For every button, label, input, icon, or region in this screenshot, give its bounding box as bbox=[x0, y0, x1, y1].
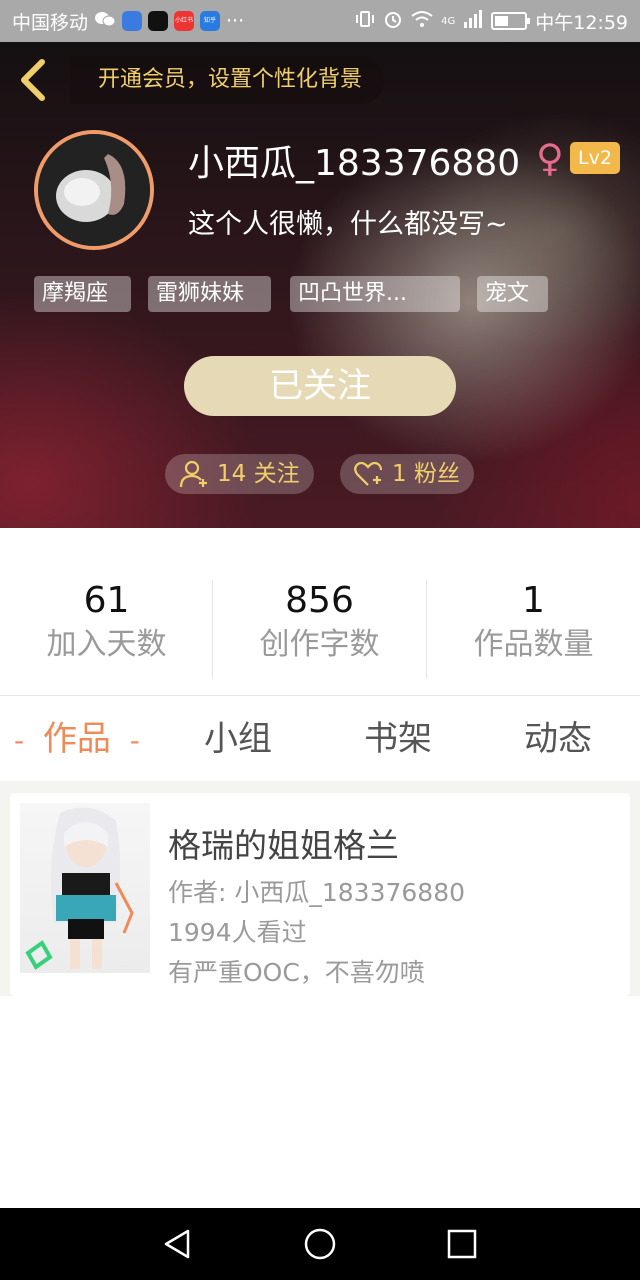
zhihu-icon: 知乎 bbox=[200, 11, 221, 31]
back-button[interactable] bbox=[16, 58, 56, 102]
tab-bookshelf[interactable]: 书架 bbox=[364, 697, 432, 781]
following-count: 14 关注 bbox=[217, 461, 300, 487]
app-icon bbox=[122, 11, 143, 31]
network-type: 4G bbox=[441, 15, 456, 27]
avatar-image bbox=[38, 134, 150, 246]
more-notifications: ··· bbox=[226, 10, 245, 32]
username: 小西瓜_183376880 bbox=[188, 143, 521, 184]
square-recents-icon bbox=[447, 1229, 477, 1259]
battery-level bbox=[495, 16, 508, 26]
work-title: 格瑞的姐姐格兰 bbox=[168, 826, 399, 865]
anime-character-illustration bbox=[25, 807, 134, 970]
tab-activity[interactable]: 动态 bbox=[524, 697, 592, 781]
tag-item[interactable]: 宠文 bbox=[477, 276, 548, 312]
stat-word-count: 856 创作字数 bbox=[213, 580, 426, 668]
stat-works-count: 1 作品数量 bbox=[427, 580, 640, 668]
fans-button[interactable]: 1 粉丝 bbox=[340, 454, 474, 494]
tab-indicator-left: - bbox=[14, 724, 25, 757]
vibrate-icon bbox=[355, 9, 375, 34]
work-description: 有严重OOC，不喜勿喷 bbox=[168, 958, 425, 987]
work-views: 1994人看过 bbox=[168, 918, 307, 947]
add-user-icon bbox=[179, 460, 207, 488]
stat-label: 加入天数 bbox=[46, 627, 167, 662]
tag-item[interactable]: 凹凸世界... bbox=[290, 276, 460, 312]
stat-value: 61 bbox=[83, 580, 130, 621]
stat-value: 856 bbox=[285, 580, 354, 621]
stat-value: 1 bbox=[522, 580, 545, 621]
battery-icon bbox=[491, 12, 531, 30]
stats-bar: 61 加入天数 856 创作字数 1 作品数量 bbox=[0, 528, 640, 696]
xiaohongshu-icon: 小红书 bbox=[174, 11, 195, 31]
signal-icon bbox=[463, 9, 483, 33]
tab-bar: - 作品 - 小组 书架 动态 bbox=[0, 697, 640, 781]
status-bar: 中国移动 小红书 知乎 ··· 4G 中午12:59 bbox=[0, 0, 640, 42]
vip-banner[interactable]: 开通会员，设置个性化背景 bbox=[70, 56, 385, 104]
tab-label: 作品 bbox=[42, 719, 111, 759]
tab-indicator-right: - bbox=[129, 724, 140, 757]
chevron-left-icon bbox=[21, 59, 45, 101]
tag-item[interactable]: 摩羯座 bbox=[34, 276, 131, 312]
following-button[interactable]: 14 关注 bbox=[165, 454, 314, 494]
carrier-label: 中国移动 bbox=[12, 11, 89, 34]
triangle-back-icon bbox=[164, 1229, 190, 1259]
stat-label: 创作字数 bbox=[259, 627, 380, 662]
stat-join-days: 61 加入天数 bbox=[0, 580, 213, 668]
tab-works[interactable]: - 作品 - bbox=[14, 697, 140, 781]
alarm-icon bbox=[383, 9, 403, 34]
stat-label: 作品数量 bbox=[473, 627, 594, 662]
clock: 中午12:59 bbox=[535, 11, 628, 34]
navigation-bar bbox=[0, 1208, 640, 1280]
tab-groups[interactable]: 小组 bbox=[204, 697, 272, 781]
avatar[interactable] bbox=[34, 130, 154, 250]
bio: 这个人很懒，什么都没写~ bbox=[188, 209, 508, 240]
tiktok-icon bbox=[148, 11, 169, 31]
tag-item[interactable]: 雷狮妹妹 bbox=[148, 276, 271, 312]
book-cover bbox=[20, 803, 150, 973]
works-list: 格瑞的姐姐格兰 作者: 小西瓜_183376880 1994人看过 有严重OOC… bbox=[0, 781, 640, 996]
heart-plus-icon bbox=[354, 461, 383, 486]
circle-home-icon bbox=[304, 1228, 336, 1260]
nav-home-button[interactable] bbox=[302, 1226, 338, 1262]
nav-recents-button[interactable] bbox=[444, 1226, 480, 1262]
follow-button[interactable]: 已关注 bbox=[184, 356, 456, 416]
level-badge: Lv2 bbox=[570, 142, 620, 174]
wechat-icon bbox=[94, 10, 116, 33]
work-card[interactable]: 格瑞的姐姐格兰 作者: 小西瓜_183376880 1994人看过 有严重OOC… bbox=[10, 793, 630, 996]
nav-back-button[interactable] bbox=[160, 1226, 196, 1262]
wifi-icon bbox=[411, 10, 433, 33]
profile-header: 开通会员，设置个性化背景 小西瓜_183376880 ♀ Lv2 这个人很懒，什… bbox=[0, 42, 640, 528]
female-icon: ♀ bbox=[536, 136, 564, 180]
work-author: 作者: 小西瓜_183376880 bbox=[168, 878, 466, 907]
fans-count: 1 粉丝 bbox=[392, 461, 460, 487]
